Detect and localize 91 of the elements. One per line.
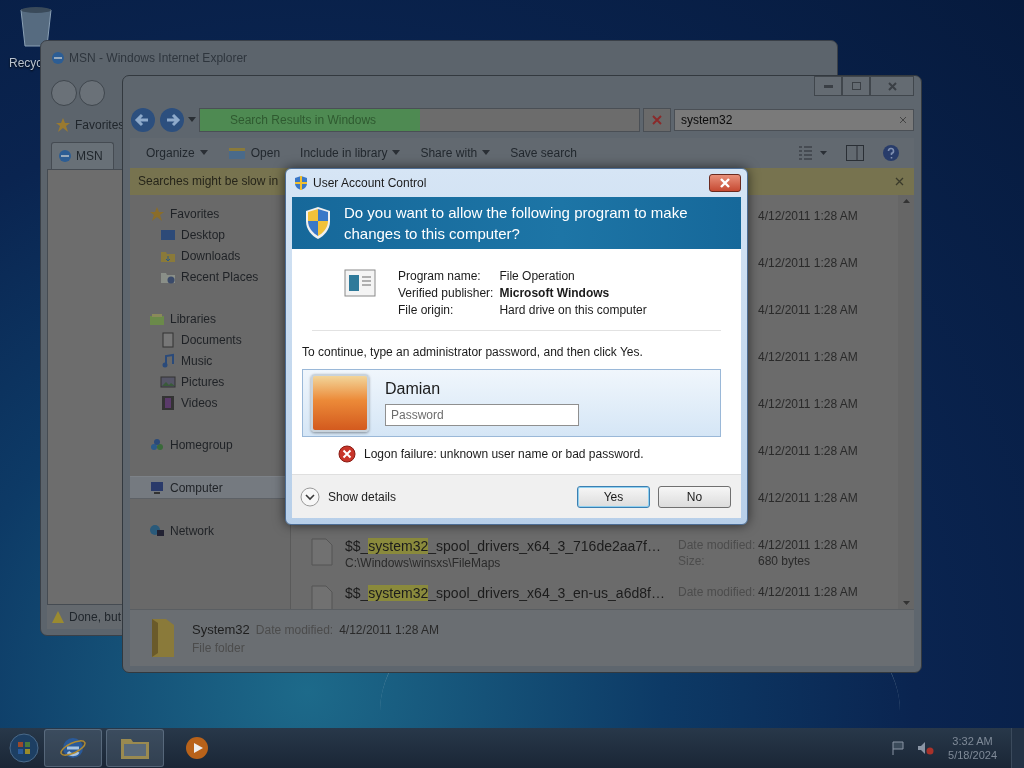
field-value: Hard drive on this computer (499, 303, 647, 318)
taskbar-button[interactable] (44, 729, 102, 767)
forward-button[interactable] (79, 80, 105, 106)
date-modified: 4/12/2011 1:28 AM (758, 256, 859, 271)
shield-icon (294, 175, 308, 191)
close-icon (720, 178, 730, 188)
instruction-text: To continue, type an administrator password, and then click Yes. (302, 345, 644, 359)
minimize-icon (823, 84, 833, 88)
close-icon (887, 81, 897, 91)
error-icon (338, 445, 356, 463)
music-note-icon (160, 352, 176, 369)
clock[interactable]: 3:32 AM 5/18/2024 (944, 735, 1001, 761)
maximize-button[interactable] (842, 76, 870, 96)
show-details-toggle[interactable]: Show details (300, 486, 569, 507)
dialog-button[interactable]: Yes (577, 485, 650, 508)
field-value: File Operation (499, 269, 576, 284)
scrollbar[interactable] (898, 195, 914, 610)
view-list-icon[interactable] (798, 144, 828, 161)
stop-button[interactable] (643, 107, 671, 132)
date-modified: 4/12/2011 1:28 AM (758, 491, 859, 506)
document-icon (160, 331, 176, 348)
user-name: Damian (385, 380, 442, 398)
minimize-button[interactable] (814, 76, 842, 96)
file-size: 680 bytes (758, 554, 812, 569)
field-label: Verified publisher: (398, 286, 494, 301)
caret-icon (188, 117, 196, 123)
error-message: Logon failure: unknown user name or bad password. (364, 447, 644, 461)
field-label: File origin: (398, 303, 455, 318)
clear-icon (899, 115, 907, 124)
status-text: Done, but (69, 610, 122, 624)
trash-bin-icon (18, 6, 54, 48)
scroll-down-icon (902, 601, 910, 606)
show-desktop-button[interactable] (1011, 728, 1024, 768)
file-name[interactable]: $$_system32_spool_drivers_x64_3_716de2aa7f… (345, 538, 678, 555)
open-button[interactable]: Open (219, 140, 289, 165)
caret-icon (392, 150, 401, 156)
file-icon (311, 538, 333, 567)
favorites-button[interactable]: Favorites (75, 118, 125, 132)
close-icon (652, 114, 662, 125)
dialog-title: User Account Control (313, 176, 428, 190)
close-icon[interactable] (895, 176, 904, 186)
date-modified: 4/12/2011 1:28 AM (758, 209, 859, 224)
help-icon[interactable] (882, 143, 900, 162)
dialog-question: Do you want to allow the following program to make changes to this computer? (344, 203, 689, 244)
homegroup-icon (149, 436, 165, 453)
close-button[interactable] (709, 174, 741, 192)
menu-button[interactable]: Share with (412, 140, 499, 165)
user-tile[interactable]: Damian Password (302, 369, 721, 437)
folder-name: System32 (192, 621, 250, 637)
play-icon (184, 735, 210, 761)
password-field[interactable]: Password (385, 404, 579, 426)
avatar-placeholder (311, 374, 369, 432)
browser-tab[interactable]: MSN (51, 142, 114, 169)
warning-icon (51, 610, 65, 624)
speaker-muted-icon[interactable] (916, 740, 935, 756)
menu-button[interactable]: Include in library (292, 140, 409, 165)
taskbar-button[interactable] (106, 729, 164, 767)
star-icon (149, 205, 165, 222)
search-field[interactable]: system32 (674, 108, 914, 131)
preview-pane-icon[interactable] (846, 144, 864, 161)
caret-icon (199, 150, 208, 156)
program-icon (344, 269, 376, 297)
film-icon (160, 394, 176, 411)
menu-button[interactable]: Organize (138, 140, 216, 165)
scroll-up-icon (902, 199, 910, 204)
folder-icon (120, 736, 150, 760)
date-modified: 4/12/2011 1:28 AM (758, 350, 859, 365)
back-button[interactable] (51, 80, 77, 106)
window-icon (227, 145, 246, 160)
field-label: Program name: (398, 269, 482, 284)
shield-icon (304, 206, 332, 240)
date-modified: 4/12/2011 1:28 AM (758, 585, 859, 600)
network-icon (149, 522, 165, 539)
date-modified: 4/12/2011 1:28 AM (758, 303, 859, 318)
date-modified: 4/12/2011 1:28 AM (758, 397, 859, 412)
star-icon (55, 117, 71, 133)
date-modified: 4/12/2011 1:28 AM (758, 538, 859, 553)
toolbar-button[interactable]: Save search (502, 140, 585, 165)
file-name[interactable]: $$_system32_spool_drivers_x64_3_en-us_a6d8f… (345, 585, 678, 602)
date-modified: 4/12/2011 1:28 AM (339, 622, 440, 637)
file-path: C:\Windows\winsxs\FileMaps (345, 556, 502, 571)
picture-icon (160, 373, 176, 390)
maximize-icon (851, 82, 861, 90)
dialog-button[interactable]: No (658, 485, 731, 508)
computer-icon (149, 479, 165, 496)
start-orb-icon[interactable] (8, 732, 40, 764)
nav-item[interactable]: Network (130, 520, 290, 542)
field-value: Microsoft Windows (499, 286, 611, 301)
date-modified: 4/12/2011 1:28 AM (758, 444, 859, 459)
flag-icon[interactable] (890, 740, 907, 756)
caret-icon (482, 150, 491, 156)
